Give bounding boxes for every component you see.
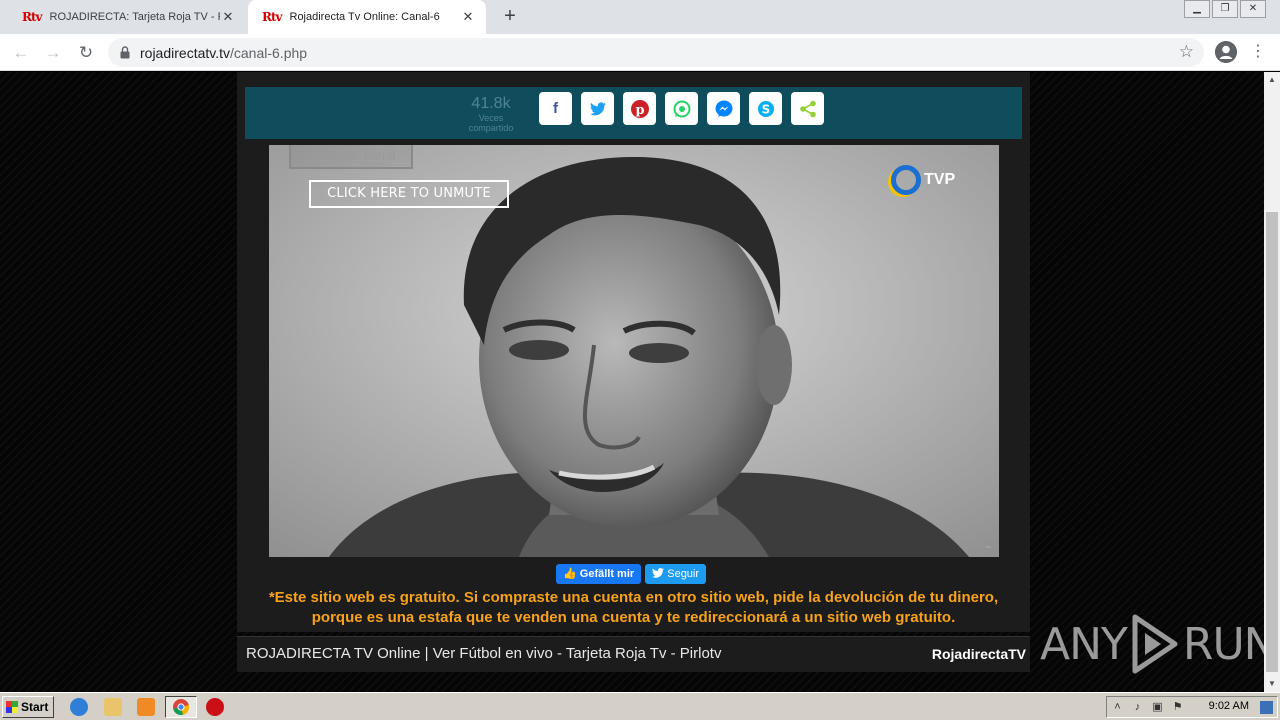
window-controls: ▁ ❐ ✕ [1182, 0, 1266, 18]
twitter-share-button[interactable] [581, 92, 614, 125]
tvp-ring-icon [891, 165, 921, 195]
browser-toolbar: ← → ↻ rojadirectatv.tv/canal-6.php ☆ ⋮ [0, 34, 1280, 71]
facebook-like-button[interactable]: 👍 Gefällt mir [556, 564, 642, 584]
new-tab-button[interactable]: + [498, 5, 522, 29]
windows-taskbar: Start ˄ ♪ ▣ ⚑ 9:02 AM [0, 692, 1280, 720]
twitter-bird-icon [652, 568, 665, 578]
scrollbar-thumb[interactable] [1266, 212, 1278, 672]
url-text: rojadirectatv.tv/canal-6.php [140, 45, 308, 61]
show-desktop-icon[interactable] [1260, 701, 1273, 714]
tab-strip: Rtv ROJADIRECTA: Tarjeta Roja TV - Pir ✕… [0, 0, 1280, 34]
chrome-taskbar-button[interactable] [165, 696, 197, 718]
internet-explorer-icon[interactable] [70, 698, 88, 716]
tab-close-icon[interactable]: ✕ [220, 9, 236, 25]
windows-logo-icon [6, 701, 18, 713]
scam-warning-notice: *Este sitio web es gratuito. Si comprast… [268, 589, 999, 626]
twitter-icon [589, 101, 606, 115]
generic-share-button[interactable] [791, 92, 824, 125]
reload-channel-button[interactable]: Recargar canal [289, 145, 413, 169]
bookmark-star-icon[interactable]: ☆ [1179, 42, 1194, 62]
restore-icon[interactable]: ❐ [1212, 0, 1238, 18]
skype-share-button[interactable]: S [749, 92, 782, 125]
tvp-channel-logo: TVP [891, 165, 955, 195]
pinterest-icon: p [630, 99, 649, 118]
media-player-icon[interactable] [137, 698, 155, 716]
twitter-follow-button[interactable]: Seguir [645, 564, 707, 584]
tab-title: Rojadirecta Tv Online: Canal-6 [289, 11, 440, 23]
tab-canal-6[interactable]: Rtv Rojadirecta Tv Online: Canal-6 ✕ [248, 0, 486, 34]
social-buttons: 👍 Gefällt mir Seguir [556, 564, 707, 584]
whatsapp-icon [673, 100, 690, 117]
rtv-favicon-icon: Rtv [22, 10, 42, 24]
unmute-button[interactable]: CLICK HERE TO UNMUTE [309, 180, 509, 208]
footer-site-description: ROJADIRECTA TV Online | Ver Fútbol en vi… [246, 645, 722, 662]
scroll-down-arrow-icon[interactable]: ▼ [1264, 676, 1280, 692]
tab-title: ROJADIRECTA: Tarjeta Roja TV - Pir [49, 11, 221, 23]
chrome-icon [173, 699, 190, 716]
profile-avatar-icon[interactable] [1215, 41, 1237, 63]
share-count: 41.8k Veces compartido [468, 95, 514, 133]
facebook-share-button[interactable]: f [539, 92, 572, 125]
reload-icon[interactable]: ↻ [73, 40, 99, 66]
share-icon [799, 100, 816, 117]
whatsapp-share-button[interactable] [665, 92, 698, 125]
page-footer: ROJADIRECTA TV Online | Ver Fútbol en vi… [237, 636, 1030, 672]
messenger-icon [715, 100, 732, 117]
forward-arrow-icon[interactable]: → [40, 40, 66, 66]
tab-close-icon[interactable]: ✕ [460, 9, 476, 25]
svg-text:S: S [761, 102, 770, 116]
anyrun-play-icon [1132, 614, 1178, 674]
video-watermark: ▪▪ [986, 544, 991, 551]
system-tray: ˄ ♪ ▣ ⚑ 9:02 AM [1106, 696, 1278, 718]
facebook-icon: f [553, 100, 558, 117]
tab-rojadirecta-home[interactable]: Rtv ROJADIRECTA: Tarjeta Roja TV - Pir ✕ [8, 0, 246, 34]
tray-expand-icon[interactable]: ˄ [1111, 701, 1124, 714]
content-container: 41.8k Veces compartido f p S Recargar ca… [237, 72, 1030, 632]
close-window-icon[interactable]: ✕ [1240, 0, 1266, 18]
action-center-flag-icon[interactable]: ⚑ [1171, 701, 1184, 714]
opera-icon[interactable] [206, 698, 224, 716]
messenger-share-button[interactable] [707, 92, 740, 125]
volume-icon[interactable]: ♪ [1131, 701, 1144, 714]
pinterest-share-button[interactable]: p [623, 92, 656, 125]
minimize-icon[interactable]: ▁ [1184, 0, 1210, 18]
page-scrollbar[interactable]: ▲ ▼ [1264, 72, 1280, 692]
share-bar: 41.8k Veces compartido f p S [245, 87, 1022, 139]
clock[interactable]: 9:02 AM [1209, 700, 1249, 712]
page-title-cut [237, 72, 1030, 78]
footer-brand-link[interactable]: RojadirectaTV [932, 646, 1026, 662]
scroll-up-arrow-icon[interactable]: ▲ [1264, 72, 1280, 88]
skype-icon: S [757, 100, 774, 117]
page-viewport: 41.8k Veces compartido f p S Recargar ca… [0, 72, 1264, 692]
rtv-favicon-icon: Rtv [262, 10, 282, 24]
anyrun-watermark: ANY RUN [1040, 612, 1264, 676]
start-button[interactable]: Start [2, 696, 54, 718]
address-bar[interactable]: rojadirectatv.tv/canal-6.php ☆ [108, 38, 1204, 67]
back-arrow-icon[interactable]: ← [8, 40, 34, 66]
lock-icon [120, 46, 130, 59]
video-player[interactable]: Recargar canal CLICK HERE TO UNMUTE TVP … [269, 145, 999, 557]
file-explorer-icon[interactable] [104, 698, 122, 716]
svg-text:p: p [635, 103, 644, 118]
network-icon[interactable]: ▣ [1151, 701, 1164, 714]
kebab-menu-icon[interactable]: ⋮ [1250, 41, 1266, 63]
